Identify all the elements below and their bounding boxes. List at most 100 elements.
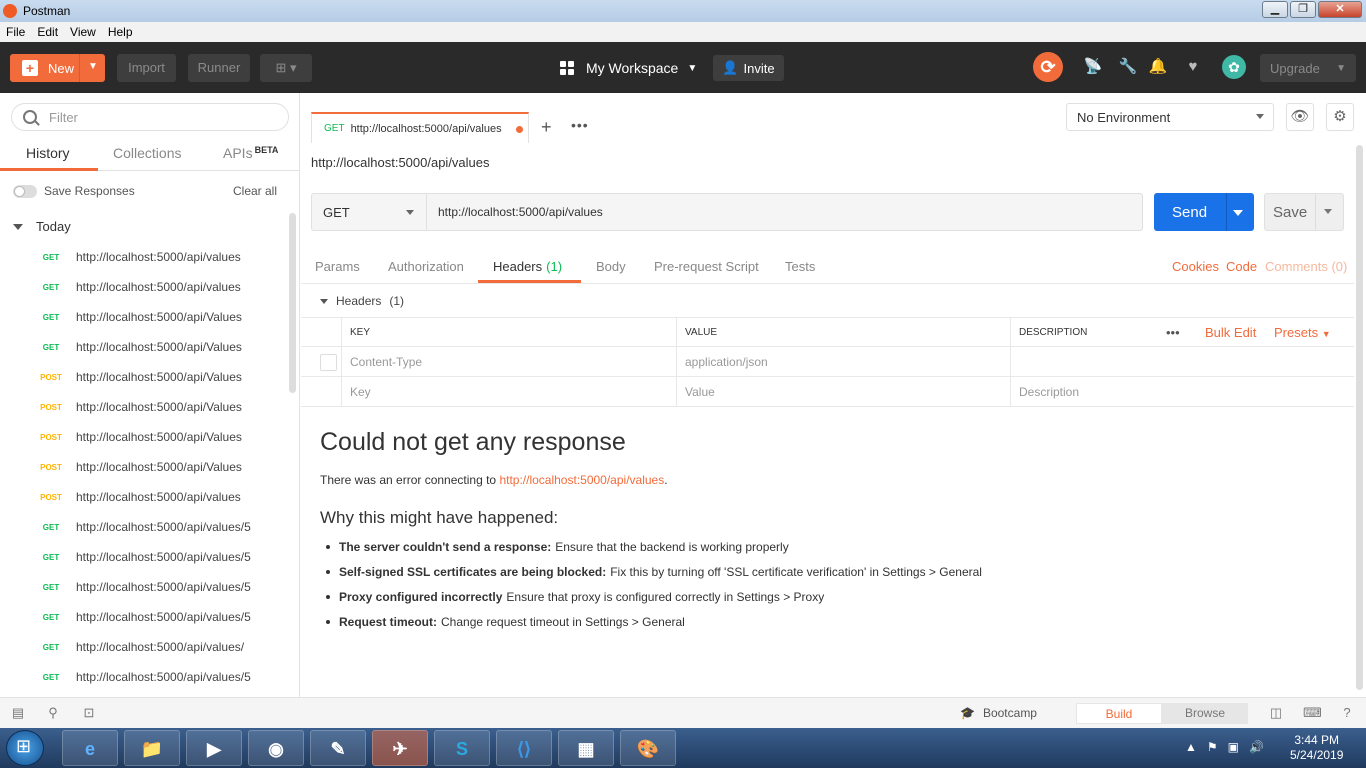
history-item[interactable]: GET http://localhost:5000/api/Values: [0, 302, 290, 332]
menu-file[interactable]: File: [6, 25, 25, 39]
header-description-input[interactable]: [1010, 347, 1354, 377]
header-key-input[interactable]: Content-Type: [341, 347, 676, 377]
method-select[interactable]: GET: [311, 193, 427, 231]
history-item[interactable]: GET http://localhost:5000/api/values/5: [0, 512, 290, 542]
new-description-input[interactable]: Description: [1010, 377, 1354, 407]
new-dropdown-icon[interactable]: ▼: [88, 61, 98, 72]
save-dropdown-icon[interactable]: [1324, 209, 1332, 214]
tab-apis[interactable]: APIs BETA: [223, 145, 278, 161]
heart-icon[interactable]: ♥: [1183, 57, 1203, 77]
two-pane-icon[interactable]: ◫: [1268, 706, 1284, 720]
chrome-icon[interactable]: ◉: [248, 730, 304, 766]
environment-select[interactable]: No Environment: [1066, 103, 1274, 131]
postman-taskbar-icon[interactable]: ✈: [372, 730, 428, 766]
close-button[interactable]: ✕: [1318, 1, 1362, 18]
error-url-link[interactable]: http://localhost:5000/api/values: [499, 473, 664, 487]
new-key-input[interactable]: Key: [341, 377, 676, 407]
history-item[interactable]: GET http://localhost:5000/api/values/5: [0, 542, 290, 572]
header-enabled-checkbox[interactable]: [320, 354, 337, 371]
upgrade-button[interactable]: Upgrade ▼: [1260, 54, 1356, 82]
gear-icon[interactable]: ⚙: [1326, 103, 1354, 131]
tab-params[interactable]: Params: [315, 259, 360, 274]
eye-icon[interactable]: 👁: [1286, 103, 1314, 131]
build-mode-button[interactable]: Build: [1076, 703, 1162, 724]
history-item[interactable]: POST http://localhost:5000/api/values: [0, 482, 290, 512]
control-panel-icon[interactable]: ▦: [558, 730, 614, 766]
more-options-icon[interactable]: •••: [1166, 318, 1180, 348]
tab-tests[interactable]: Tests: [785, 259, 815, 274]
cookies-link[interactable]: Cookies: [1172, 259, 1219, 274]
tab-prerequest-script[interactable]: Pre-request Script: [654, 259, 759, 274]
new-window-button[interactable]: ⊞ ▾: [260, 54, 312, 82]
avatar[interactable]: ✿: [1222, 55, 1246, 79]
history-item[interactable]: GET http://localhost:5000/api/values/5: [0, 572, 290, 602]
send-button[interactable]: Send: [1154, 193, 1254, 231]
import-button[interactable]: Import: [117, 54, 176, 82]
comments-link[interactable]: Comments (0): [1265, 259, 1347, 274]
tab-authorization[interactable]: Authorization: [388, 259, 464, 274]
minimize-button[interactable]: ▁: [1262, 1, 1288, 18]
start-button[interactable]: [6, 730, 44, 766]
vscode-icon[interactable]: ⟨⟩: [496, 730, 552, 766]
wrench-icon[interactable]: 🔧: [1118, 57, 1138, 77]
sidebar-scrollbar[interactable]: [289, 213, 296, 393]
satellite-icon[interactable]: 📡: [1083, 57, 1103, 77]
media-player-icon[interactable]: ▶: [186, 730, 242, 766]
more-tabs-icon[interactable]: •••: [571, 117, 589, 133]
tab-history[interactable]: History: [26, 145, 70, 161]
tray-expand-icon[interactable]: ▲: [1185, 740, 1197, 754]
workspace-selector[interactable]: My Workspace ▼: [560, 54, 697, 82]
network-icon[interactable]: ▣: [1228, 740, 1239, 754]
invite-button[interactable]: 👤 Invite: [713, 55, 784, 81]
new-button[interactable]: + New ▼: [10, 54, 105, 82]
toggle-sidebar-icon[interactable]: ▤: [10, 706, 26, 720]
runner-button[interactable]: Runner: [188, 54, 250, 82]
presets-dropdown[interactable]: Presets ▼: [1274, 318, 1331, 348]
save-responses-toggle[interactable]: [13, 185, 37, 198]
paint-icon[interactable]: 🎨: [620, 730, 676, 766]
filter-input[interactable]: Filter: [11, 103, 289, 131]
main-scrollbar[interactable]: [1356, 145, 1363, 690]
keyboard-icon[interactable]: ⌨: [1303, 706, 1322, 720]
tab-collections[interactable]: Collections: [113, 145, 181, 161]
add-tab-icon[interactable]: +: [541, 117, 552, 138]
browse-mode-button[interactable]: Browse: [1162, 703, 1248, 724]
history-item[interactable]: POST http://localhost:5000/api/Values: [0, 362, 290, 392]
menu-view[interactable]: View: [70, 25, 96, 39]
url-input[interactable]: http://localhost:5000/api/values: [427, 193, 1143, 231]
search-icon[interactable]: ⚲: [45, 706, 61, 720]
taskbar-clock[interactable]: 3:44 PM 5/24/2019: [1290, 733, 1343, 763]
header-value-input[interactable]: application/json: [676, 347, 1010, 377]
history-item[interactable]: GET http://localhost:5000/api/values/5: [0, 602, 290, 632]
clear-all-button[interactable]: Clear all: [233, 184, 277, 198]
history-item[interactable]: POST http://localhost:5000/api/Values: [0, 422, 290, 452]
save-button[interactable]: Save: [1264, 193, 1344, 231]
folder-icon[interactable]: 📁: [124, 730, 180, 766]
ie-icon[interactable]: e: [62, 730, 118, 766]
request-tab[interactable]: GET http://localhost:5000/api/values: [311, 112, 529, 143]
bell-icon[interactable]: 🔔: [1148, 57, 1168, 77]
maximize-button[interactable]: ❐: [1290, 1, 1316, 18]
help-icon[interactable]: ?: [1339, 706, 1355, 720]
new-value-input[interactable]: Value: [676, 377, 1010, 407]
volume-icon[interactable]: 🔊: [1249, 740, 1264, 754]
console-icon[interactable]: ⊡: [81, 706, 97, 720]
history-item[interactable]: POST http://localhost:5000/api/Values: [0, 452, 290, 482]
notepad-icon[interactable]: ✎: [310, 730, 366, 766]
history-item[interactable]: GET http://localhost:5000/api/values: [0, 272, 290, 302]
skype-icon[interactable]: S: [434, 730, 490, 766]
sync-icon[interactable]: ⟳: [1033, 52, 1063, 82]
bootcamp-button[interactable]: 🎓 Bootcamp: [960, 706, 1037, 720]
send-dropdown-icon[interactable]: [1233, 210, 1243, 216]
tab-body[interactable]: Body: [596, 259, 626, 274]
menu-edit[interactable]: Edit: [37, 25, 58, 39]
history-item[interactable]: POST http://localhost:5000/api/Values: [0, 392, 290, 422]
history-item[interactable]: GET http://localhost:5000/api/values/: [0, 632, 290, 662]
headers-section-toggle[interactable]: Headers (1): [320, 294, 404, 308]
bulk-edit-link[interactable]: Bulk Edit: [1205, 318, 1256, 348]
history-item[interactable]: GET http://localhost:5000/api/Values: [0, 332, 290, 362]
tab-headers[interactable]: Headers (1): [493, 259, 562, 274]
code-link[interactable]: Code: [1226, 259, 1257, 274]
history-item[interactable]: GET http://localhost:5000/api/values/5: [0, 662, 290, 692]
flag-icon[interactable]: ⚑: [1207, 740, 1218, 754]
